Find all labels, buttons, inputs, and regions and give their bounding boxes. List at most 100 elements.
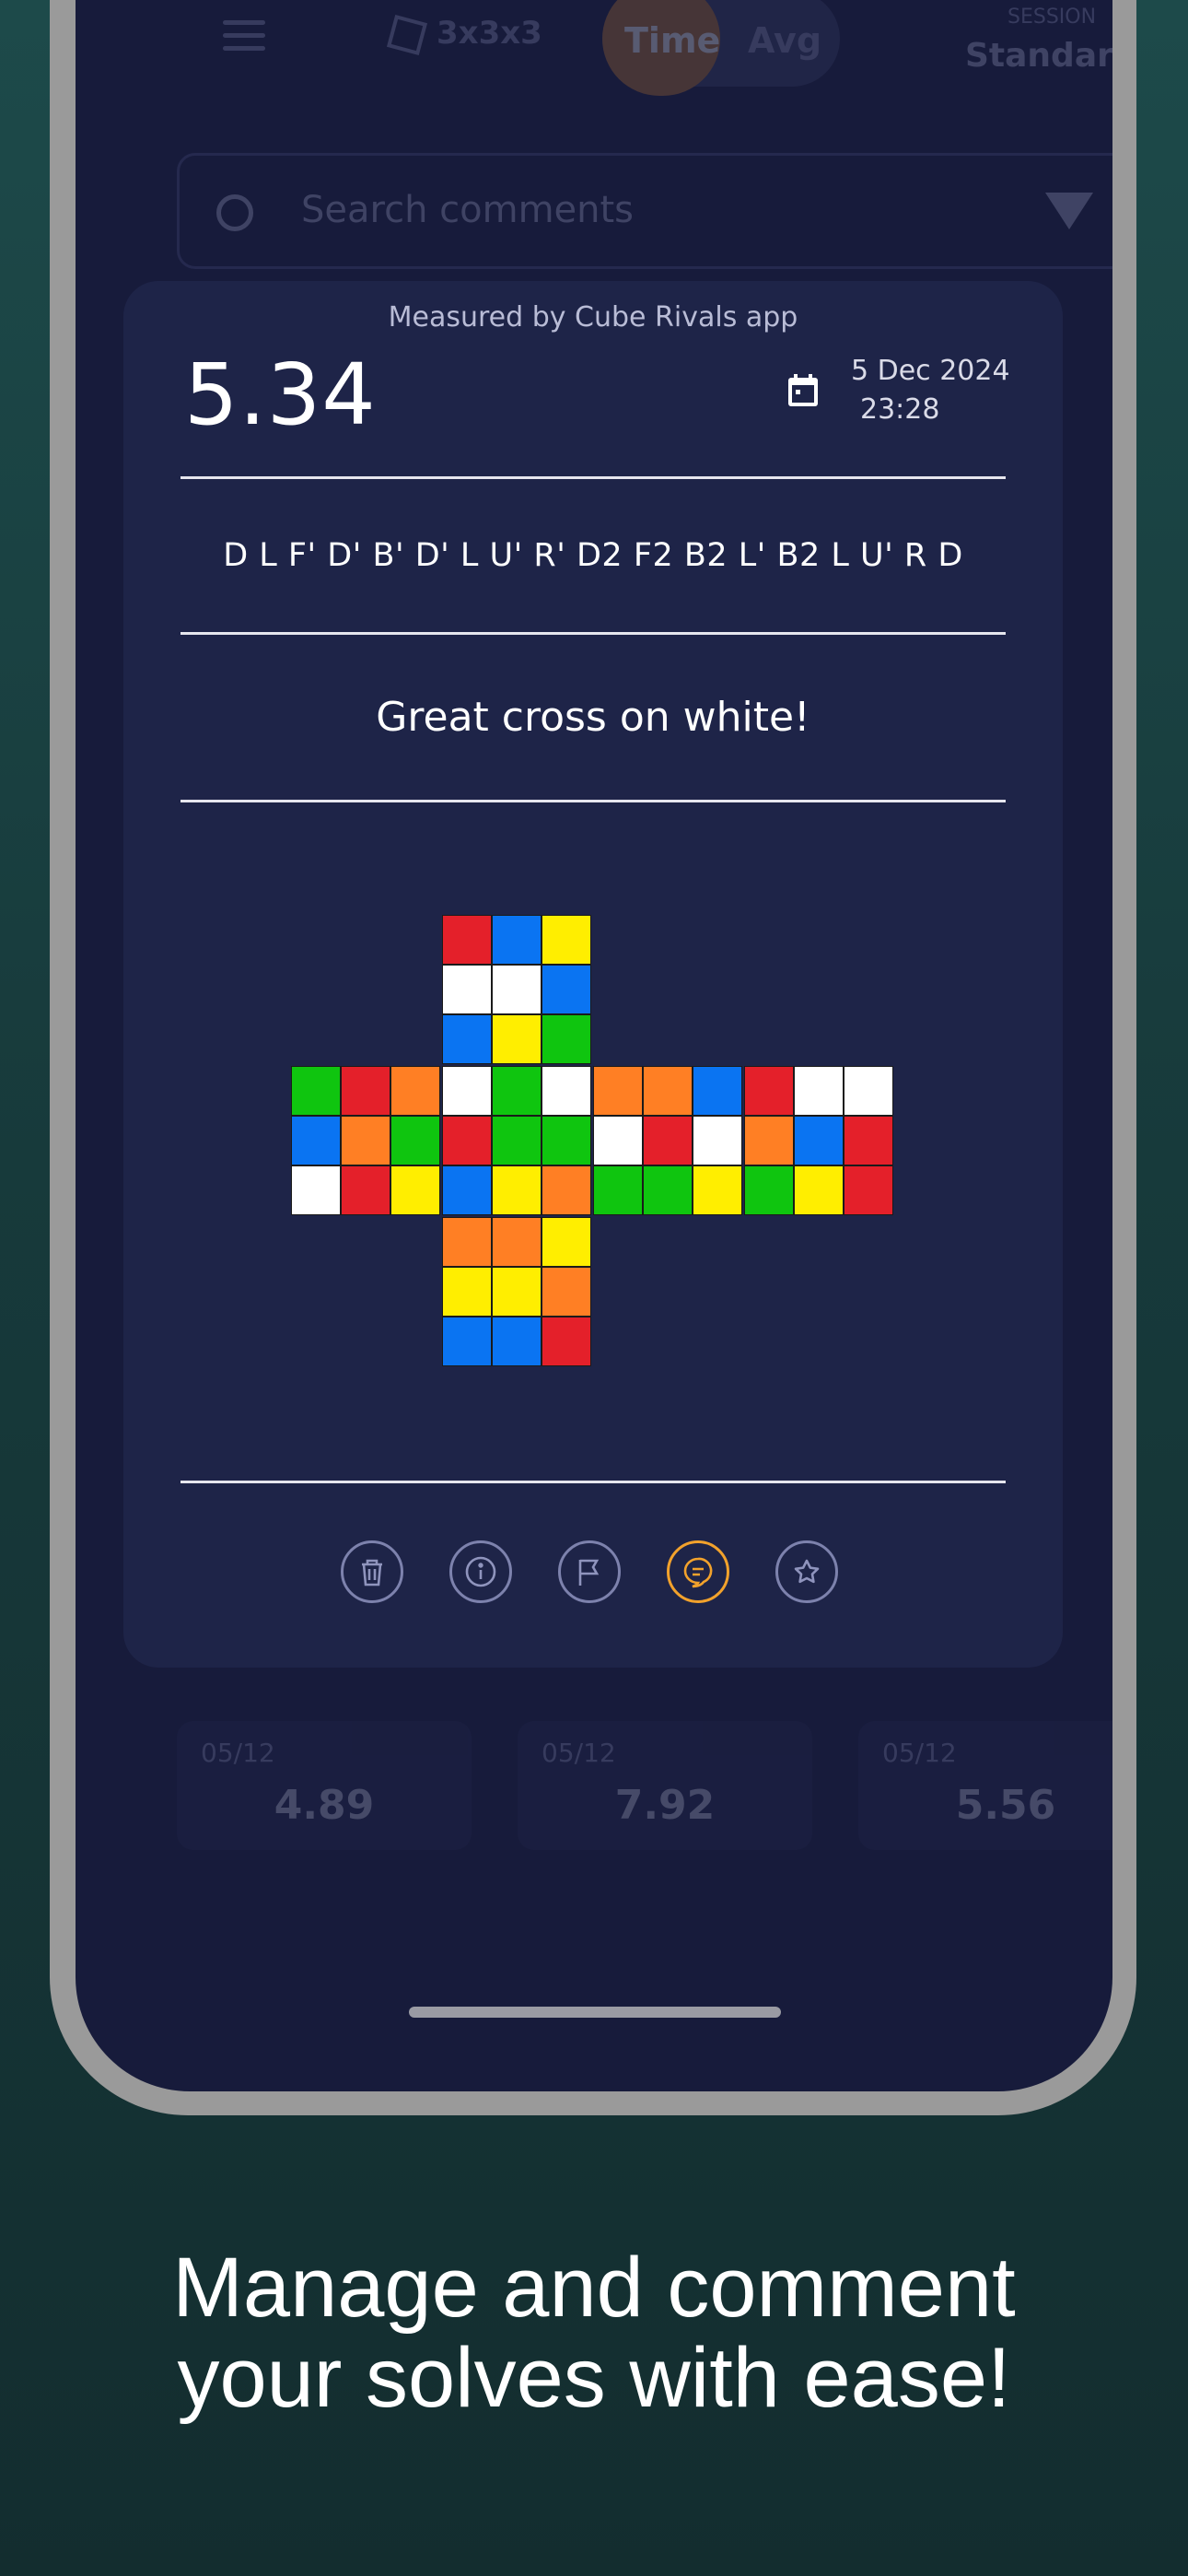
cube-sticker (442, 1317, 492, 1366)
search-placeholder: Search comments (301, 189, 635, 231)
cube-face-front (442, 1066, 591, 1215)
puzzle-label: 3x3x3 (437, 15, 542, 52)
filter-icon[interactable] (1045, 193, 1093, 229)
cube-sticker (492, 1014, 542, 1064)
cube-sticker (744, 1116, 794, 1165)
solve-cell[interactable]: 05/12 4.89 (177, 1721, 472, 1850)
delete-button[interactable] (341, 1540, 403, 1603)
cube-sticker (492, 965, 542, 1014)
cube-sticker (542, 1267, 591, 1317)
favorite-button[interactable] (775, 1540, 838, 1603)
cube-face-back (744, 1066, 893, 1215)
star-icon (794, 1559, 820, 1584)
cube-sticker (341, 1165, 390, 1215)
divider (181, 476, 1006, 479)
divider (181, 1481, 1006, 1483)
measured-by-label: Measured by Cube Rivals app (388, 301, 798, 334)
solve-date: 05/12 (201, 1738, 275, 1768)
cube-sticker (794, 1165, 844, 1215)
tagline-line-1: Manage and comment (172, 2241, 1016, 2335)
cube-sticker (390, 1066, 440, 1116)
solve-time-value: 5.34 (184, 345, 377, 444)
mode-toggle[interactable]: Time Avg (602, 0, 840, 96)
flag-button[interactable] (558, 1540, 621, 1603)
cube-sticker (542, 915, 591, 965)
mode-time-label[interactable]: Time (624, 20, 720, 61)
cube-sticker (744, 1165, 794, 1215)
cube-sticker (643, 1165, 693, 1215)
cube-sticker (542, 1217, 591, 1267)
solve-date: 05/12 (542, 1738, 616, 1768)
calendar-icon (786, 373, 820, 408)
cube-sticker (542, 1066, 591, 1116)
cube-sticker (593, 1165, 643, 1215)
cube-sticker (442, 1217, 492, 1267)
solve-date: 5 Dec 2024 (851, 355, 1010, 387)
cube-sticker (390, 1116, 440, 1165)
mode-avg-label[interactable]: Avg (748, 20, 821, 61)
solve-clock: 23:28 (860, 393, 940, 426)
cube-sticker (442, 1267, 492, 1317)
cube-sticker (291, 1165, 341, 1215)
cube-sticker (492, 1267, 542, 1317)
solve-time: 5.56 (955, 1782, 1056, 1829)
cube-sticker (593, 1116, 643, 1165)
scramble-text: D L F' D' B' D' L U' R' D2 F2 B2 L' B2 L… (223, 537, 963, 574)
solve-detail-card: Measured by Cube Rivals app 5.34 5 Dec 2… (123, 281, 1063, 1668)
solve-comment[interactable]: Great cross on white! (123, 694, 1063, 741)
cube-sticker (442, 1116, 492, 1165)
cube-sticker (442, 1014, 492, 1064)
cube-sticker (794, 1066, 844, 1116)
cube-sticker (744, 1066, 794, 1116)
cube-net (291, 915, 895, 1368)
session-label: SESSION (1007, 6, 1097, 29)
solve-time: 4.89 (274, 1782, 375, 1829)
flag-icon (578, 1559, 600, 1586)
promo-tagline: Manage and comment your solves with ease… (0, 2242, 1188, 2423)
cube-sticker (492, 915, 542, 965)
divider (181, 632, 1006, 635)
solves-row: 05/12 4.89 05/12 7.92 05/12 5.56 (177, 1721, 1112, 1850)
cube-sticker (492, 1317, 542, 1366)
cube-sticker (542, 1165, 591, 1215)
cube-sticker (542, 1116, 591, 1165)
solve-time: 7.92 (614, 1782, 716, 1829)
cube-sticker (492, 1165, 542, 1215)
cube-sticker (442, 1066, 492, 1116)
cube-sticker (542, 965, 591, 1014)
cube-sticker (542, 1014, 591, 1064)
info-button[interactable] (449, 1540, 512, 1603)
cube-sticker (442, 915, 492, 965)
cube-sticker (341, 1066, 390, 1116)
cube-sticker (643, 1066, 693, 1116)
tagline-line-2: your solves with ease! (177, 2331, 1011, 2425)
session-selector[interactable]: Standard (965, 37, 1112, 75)
cube-sticker (492, 1116, 542, 1165)
cube-sticker (844, 1116, 893, 1165)
menu-icon[interactable] (223, 20, 265, 52)
solve-cell[interactable]: 05/12 7.92 (518, 1721, 812, 1850)
cube-icon (386, 14, 428, 55)
cube-sticker (693, 1165, 742, 1215)
cube-sticker (542, 1317, 591, 1366)
search-input[interactable]: Search comments (177, 153, 1112, 269)
cube-face-down (442, 1217, 591, 1366)
puzzle-selector[interactable]: 3x3x3 (386, 14, 542, 55)
solve-date: 05/12 (882, 1738, 957, 1768)
comment-icon (683, 1557, 713, 1588)
home-indicator (409, 2007, 781, 2018)
cube-sticker (492, 1066, 542, 1116)
trash-icon (362, 1559, 382, 1587)
cube-sticker (844, 1165, 893, 1215)
info-icon (465, 1556, 496, 1587)
solve-cell[interactable]: 05/12 5.56 (858, 1721, 1112, 1850)
cube-sticker (442, 965, 492, 1014)
cube-sticker (291, 1116, 341, 1165)
cube-sticker (643, 1116, 693, 1165)
cube-face-left (291, 1066, 440, 1215)
cube-sticker (341, 1116, 390, 1165)
cube-sticker (593, 1066, 643, 1116)
comment-button[interactable] (667, 1540, 729, 1603)
cube-sticker (693, 1116, 742, 1165)
cube-sticker (291, 1066, 341, 1116)
